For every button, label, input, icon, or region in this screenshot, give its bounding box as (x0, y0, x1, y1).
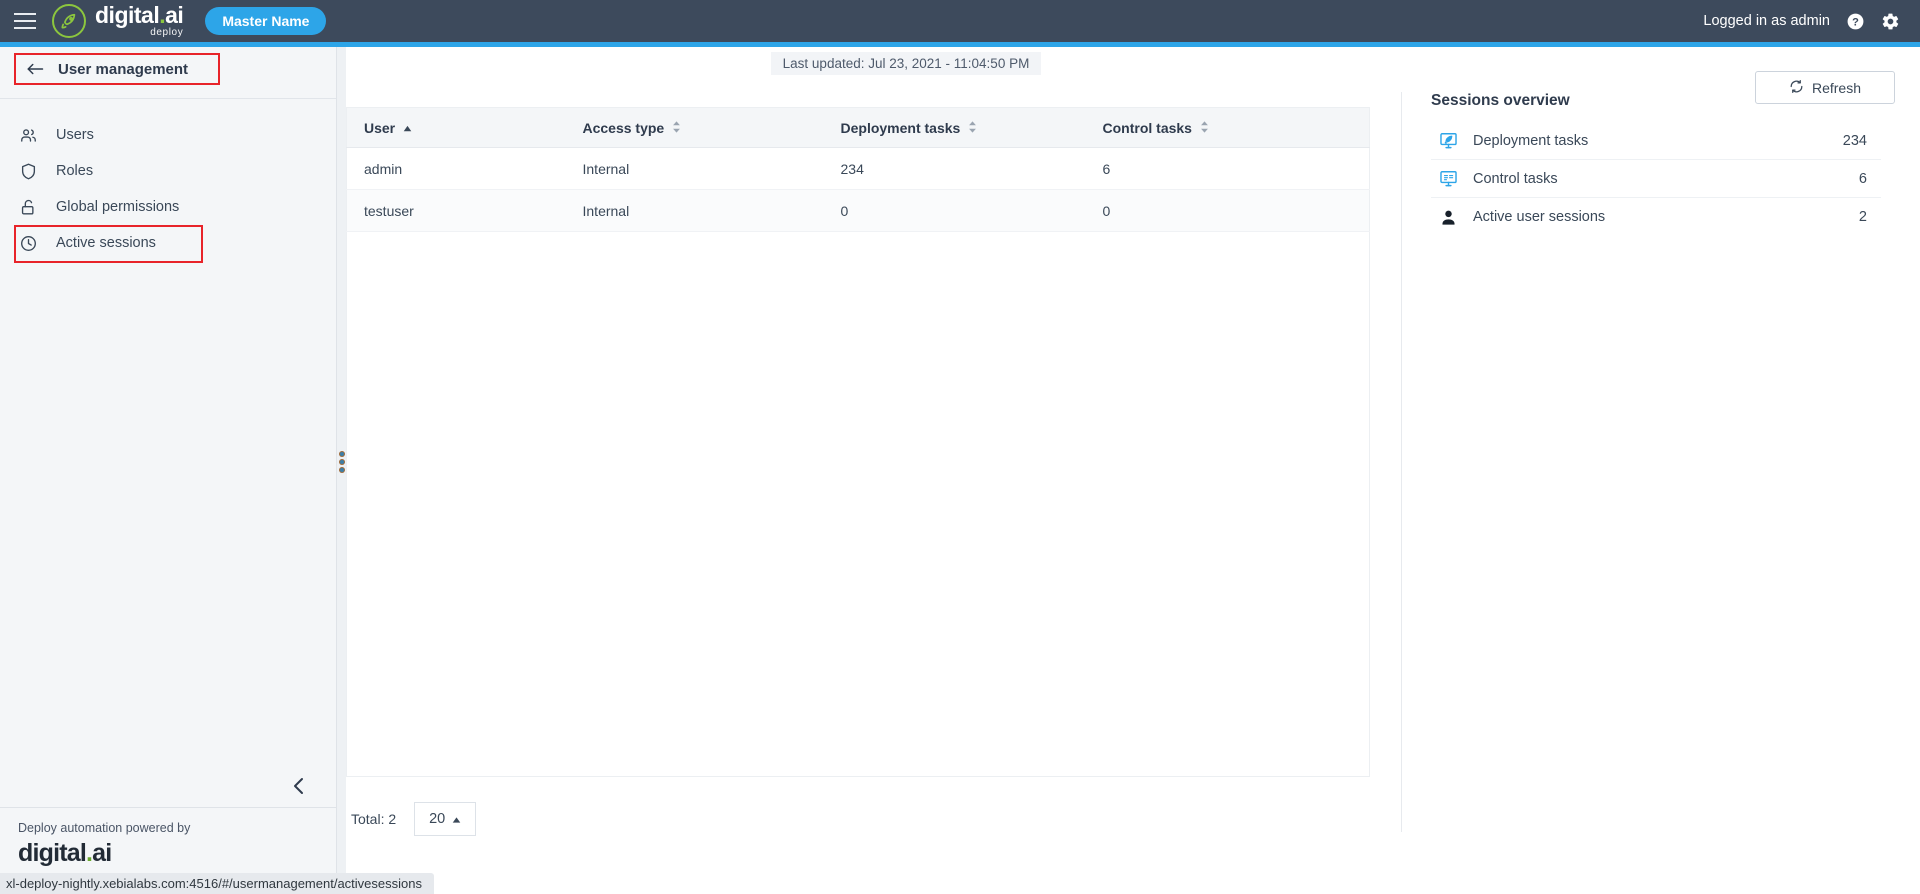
column-header-user[interactable]: User (346, 107, 566, 148)
chevron-left-icon (291, 776, 307, 801)
splitter-dots-icon (339, 451, 344, 472)
cell-access-type: Internal (565, 147, 824, 190)
last-updated-container: Last updated: Jul 23, 2021 - 11:04:50 PM (346, 47, 1466, 79)
master-name-badge[interactable]: Master Name (205, 7, 327, 35)
gear-icon[interactable] (1881, 12, 1900, 31)
column-header-label-control-tasks: Control tasks (1102, 119, 1192, 136)
hamburger-icon[interactable] (14, 13, 36, 29)
column-header-label-access-type: Access type (582, 119, 665, 136)
arrow-left-icon (26, 62, 44, 76)
sort-none-icon (968, 120, 977, 136)
table-row[interactable]: admin Internal 234 6 (346, 147, 1370, 190)
overview-value-control-tasks: 6 (1858, 170, 1867, 187)
sidebar-nav-list: Users Roles Global permissions Active se… (0, 99, 336, 263)
monitor-rocket-icon (1437, 130, 1459, 152)
sort-none-icon (672, 120, 681, 136)
help-icon[interactable]: ? (1846, 12, 1865, 31)
table-empty-area (346, 232, 1370, 777)
table-body: admin Internal 234 6 testuser Internal 0… (346, 147, 1370, 232)
cell-control-tasks: 0 (1085, 189, 1370, 232)
logo-text-ai: ai (165, 2, 184, 28)
top-header-bar: digital.ai deploy Master Name Logged in … (0, 0, 1920, 42)
overview-value-active-user-sessions: 2 (1858, 209, 1867, 225)
browser-status-bar: xl-deploy-nightly.xebialabs.com:4516/#/u… (0, 873, 434, 894)
overview-label-active-user-sessions: Active user sessions (1473, 209, 1606, 225)
app-logo[interactable]: digital.ai deploy (52, 2, 184, 38)
cell-deployment-tasks: 234 (823, 147, 1086, 190)
overview-label-control-tasks: Control tasks (1473, 170, 1558, 187)
sidebar-item-roles[interactable]: Roles (0, 153, 336, 189)
sidebar: User management Users Roles Global permi… (0, 47, 337, 876)
overview-value-deployment-tasks: 234 (1842, 132, 1867, 149)
overview-row-active-user-sessions[interactable]: Active user sessions 2 (1431, 198, 1881, 236)
sidebar-collapse-button[interactable] (288, 777, 310, 799)
sidebar-footer: Deploy automation powered by digital.ai (0, 807, 336, 876)
users-icon (18, 125, 38, 145)
overview-row-deployment-tasks[interactable]: Deployment tasks 234 (1431, 122, 1881, 160)
sidebar-item-label-roles: Roles (56, 163, 94, 179)
top-header-right: Logged in as admin ? (1703, 12, 1900, 31)
column-header-label-user: User (364, 119, 396, 136)
sidebar-item-label-active-sessions: Active sessions (56, 235, 156, 251)
sort-asc-icon (403, 120, 412, 136)
column-header-deployment-tasks[interactable]: Deployment tasks (823, 107, 1086, 148)
caret-up-icon (452, 811, 461, 827)
last-updated-label: Last updated: Jul 23, 2021 - 11:04:50 PM (770, 51, 1042, 75)
panel-splitter-handle[interactable] (337, 47, 346, 876)
status-bar-url: xl-deploy-nightly.xebialabs.com:4516/#/u… (6, 876, 422, 891)
sidebar-header: User management (0, 47, 336, 99)
footer-caption: Deploy automation powered by (18, 821, 191, 835)
footer-logo-ai: ai (92, 839, 112, 867)
overview-row-control-tasks[interactable]: Control tasks 6 (1431, 160, 1881, 198)
sidebar-item-label-users: Users (56, 127, 94, 143)
monitor-list-icon (1437, 168, 1459, 190)
sidebar-header-title: User management (58, 60, 189, 78)
page-size-value: 20 (429, 811, 446, 827)
user-management-back-button[interactable]: User management (14, 53, 220, 85)
sidebar-item-label-global-permissions: Global permissions (56, 199, 180, 215)
unlock-icon (18, 197, 38, 217)
logo-subtitle: deploy (150, 27, 184, 38)
page-size-select[interactable]: 20 (414, 802, 477, 836)
table-header-row: User Access type Deployment tasks Contro… (346, 107, 1370, 148)
sidebar-item-global-permissions[interactable]: Global permissions (0, 189, 336, 225)
table-row[interactable]: testuser Internal 0 0 (346, 189, 1370, 232)
person-icon (1437, 206, 1459, 228)
sidebar-item-users[interactable]: Users (0, 117, 336, 153)
logged-in-label: Logged in as admin (1703, 13, 1830, 29)
overview-label-deployment-tasks: Deployment tasks (1473, 132, 1589, 149)
sidebar-item-active-sessions[interactable]: Active sessions (0, 225, 336, 263)
cell-user: testuser (346, 189, 566, 232)
sessions-overview-title: Sessions overview (1431, 92, 1570, 109)
footer-logo-main: digital (18, 839, 87, 867)
svg-text:?: ? (1852, 16, 1859, 28)
cell-user: admin (346, 147, 566, 190)
column-header-control-tasks[interactable]: Control tasks (1085, 107, 1370, 148)
column-header-label-deployment-tasks: Deployment tasks (840, 119, 961, 136)
cell-control-tasks: 6 (1085, 147, 1370, 190)
shield-icon (18, 161, 38, 181)
sessions-table-zone: User Access type Deployment tasks Contro… (346, 107, 1370, 876)
cell-access-type: Internal (565, 189, 824, 232)
table-pagination: Total: 2 20 (346, 802, 477, 836)
logo-text-main: digital (95, 2, 160, 28)
active-sessions-table: User Access type Deployment tasks Contro… (346, 107, 1370, 232)
rocket-logo-icon (52, 4, 86, 38)
table-header: User Access type Deployment tasks Contro… (346, 107, 1370, 148)
cell-deployment-tasks: 0 (823, 189, 1086, 232)
clock-icon (18, 233, 38, 253)
pagination-total-label: Total: 2 (351, 811, 397, 827)
main-content: Last updated: Jul 23, 2021 - 11:04:50 PM… (346, 47, 1920, 876)
column-header-access-type[interactable]: Access type (565, 107, 824, 148)
sessions-overview-panel: Sessions overview Deployment tasks 234 C… (1401, 92, 1881, 832)
sort-none-icon (1200, 120, 1209, 136)
footer-logo: digital.ai (18, 839, 318, 868)
